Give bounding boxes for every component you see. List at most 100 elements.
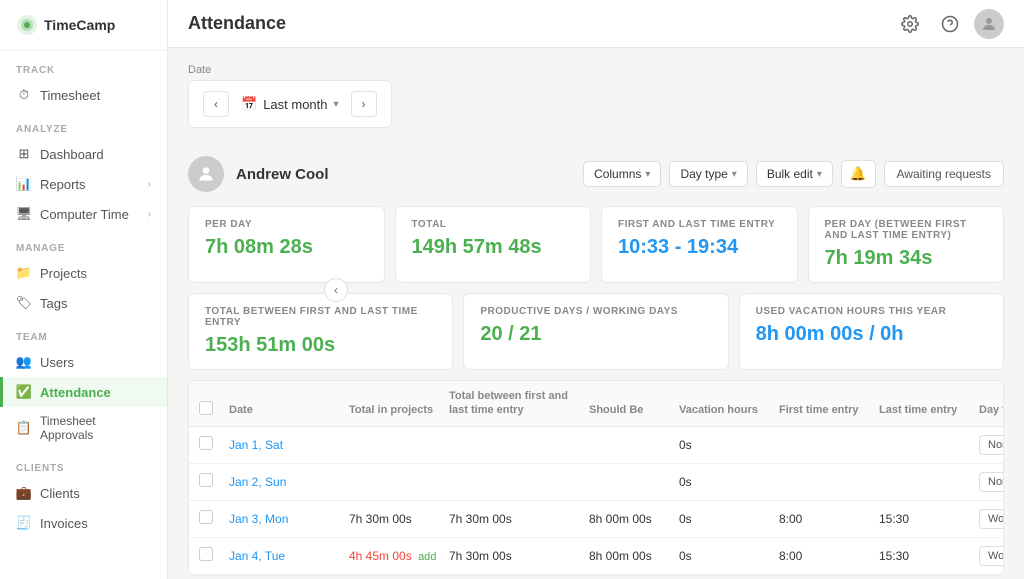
row-checkbox[interactable] [199, 510, 213, 524]
help-button[interactable] [934, 8, 966, 40]
sidebar-item-projects[interactable]: 📁 Projects [0, 258, 167, 288]
table-row: Jan 4, Tue 4h 45m 00s add 7h 30m 00s 8h … [189, 538, 1003, 575]
row-checkbox[interactable] [199, 547, 213, 561]
add-time-link[interactable]: add [418, 551, 436, 563]
stat-total: TOTAL 149h 57m 48s [395, 206, 592, 283]
sidebar-item-dashboard[interactable]: ⊞ Dashboard [0, 139, 167, 169]
stat-total-label: TOTAL [412, 219, 575, 230]
settings-button[interactable] [894, 8, 926, 40]
td-last-time-entry: 15:30 [879, 512, 979, 526]
sidebar-item-label: Dashboard [40, 147, 104, 162]
td-should-be: 8h 00m 00s [589, 512, 679, 526]
invoices-icon: 🧾 [16, 515, 32, 531]
th-should-be: Should Be [589, 403, 679, 417]
stat-productive-days: PRODUCTIVE DAYS / WORKING DAYS 20 / 21 [463, 293, 728, 370]
th-last-time-entry: Last time entry [879, 403, 979, 417]
sidebar-item-tags[interactable]: 🏷 Tags [0, 288, 167, 318]
sidebar-collapse-button[interactable]: ‹ [324, 278, 348, 302]
date-picker: ‹ 📅 Last month ▾ › [188, 80, 392, 128]
user-avatar [188, 156, 224, 192]
sidebar-item-clients[interactable]: 💼 Clients [0, 478, 167, 508]
sidebar-item-attendance[interactable]: ✅ Attendance [0, 377, 167, 407]
td-total-in-projects: 7h 30m 00s [349, 512, 449, 526]
stat-vacation-hours-value: 8h 00m 00s / 0h [756, 323, 987, 346]
td-day-type: Non-working day [979, 472, 1004, 492]
day-type-badge: Non-working day [979, 472, 1004, 492]
columns-button[interactable]: Columns ▾ [583, 161, 661, 187]
stat-total-between-label: TOTAL BETWEEN FIRST AND LAST TIME ENTRY [205, 306, 436, 328]
bell-icon: 🔔 [850, 166, 867, 181]
stat-productive-days-value: 20 / 21 [480, 323, 711, 346]
stat-vacation-hours: USED VACATION HOURS THIS YEAR 8h 00m 00s… [739, 293, 1004, 370]
table-row: Jan 3, Mon 7h 30m 00s 7h 30m 00s 8h 00m … [189, 501, 1003, 538]
section-label-manage: MANAGE [0, 229, 167, 258]
sidebar-item-invoices[interactable]: 🧾 Invoices [0, 508, 167, 538]
timecamp-logo-icon [16, 14, 38, 36]
day-type-button[interactable]: Day type ▾ [669, 161, 747, 187]
th-date: Date [229, 403, 349, 417]
sidebar-section-clients: CLIENTS 💼 Clients 🧾 Invoices [0, 449, 167, 538]
topbar: Attendance [168, 0, 1024, 48]
section-label-clients: CLIENTS [0, 449, 167, 478]
chevron-right-icon: › [148, 179, 151, 190]
td-total-red: 4h 45m 00s [349, 549, 412, 563]
day-type-label: Day type [680, 167, 727, 181]
chevron-right-icon: › [148, 209, 151, 220]
td-date[interactable]: Jan 4, Tue [229, 549, 349, 563]
chevron-down-icon: ▾ [334, 99, 339, 110]
select-all-checkbox[interactable] [199, 401, 213, 415]
sidebar-item-reports[interactable]: 📊 Reports › [0, 169, 167, 199]
date-section: Date ‹ 📅 Last month ▾ › [188, 64, 1004, 142]
sidebar-item-label: Timesheet [40, 88, 100, 103]
day-type-badge: Working day [979, 509, 1004, 529]
stat-per-day-label: PER DAY [205, 219, 368, 230]
td-checkbox [199, 510, 229, 527]
td-first-time-entry: 8:00 [779, 512, 879, 526]
clients-icon: 💼 [16, 485, 32, 501]
row-checkbox[interactable] [199, 473, 213, 487]
sidebar-item-timesheet-approvals[interactable]: 📋 Timesheet Approvals [0, 407, 167, 449]
td-day-type: Working day [979, 546, 1004, 566]
td-day-type: Working day [979, 509, 1004, 529]
row-checkbox[interactable] [199, 436, 213, 450]
calendar-icon: 📅 [241, 96, 257, 112]
date-next-button[interactable]: › [351, 91, 377, 117]
sidebar-item-users[interactable]: 👥 Users [0, 347, 167, 377]
td-date[interactable]: Jan 2, Sun [229, 475, 349, 489]
stat-total-between: TOTAL BETWEEN FIRST AND LAST TIME ENTRY … [188, 293, 453, 370]
folder-icon: 📁 [16, 265, 32, 281]
bell-button[interactable]: 🔔 [841, 160, 876, 188]
td-day-type: Non-working day [979, 435, 1004, 455]
td-date[interactable]: Jan 3, Mon [229, 512, 349, 526]
stat-total-between-value: 153h 51m 00s [205, 334, 436, 357]
sidebar-item-timesheet[interactable]: ⏱ Timesheet [0, 80, 167, 110]
date-prev-button[interactable]: ‹ [203, 91, 229, 117]
topbar-icons [894, 8, 1004, 40]
stat-total-value: 149h 57m 48s [412, 236, 575, 259]
user-avatar-icon [980, 15, 998, 33]
td-vacation-hours: 0s [679, 438, 779, 452]
logo-text: TimeCamp [44, 17, 115, 33]
sidebar-item-computer-time[interactable]: 🖥 Computer Time › [0, 199, 167, 229]
user-name: Andrew Cool [236, 166, 329, 183]
td-date[interactable]: Jan 1, Sat [229, 438, 349, 452]
stat-per-day-between: PER DAY (BETWEEN FIRST AND LAST TIME ENT… [808, 206, 1005, 283]
dashboard-icon: ⊞ [16, 146, 32, 162]
td-total-in-projects: 4h 45m 00s add [349, 549, 449, 563]
chevron-down-icon: ▾ [817, 169, 822, 180]
user-avatar-topbar[interactable] [974, 9, 1004, 39]
gear-icon [901, 15, 919, 33]
bulk-edit-label: Bulk edit [767, 167, 813, 181]
section-label-team: TEAM [0, 318, 167, 347]
th-first-time-entry: First time entry [779, 403, 879, 417]
attendance-icon: ✅ [16, 384, 32, 400]
td-total-between: 7h 30m 00s [449, 512, 589, 526]
td-checkbox [199, 547, 229, 564]
th-total-between: Total between first and last time entry [449, 389, 589, 418]
th-day-type: Day type [979, 403, 1004, 417]
bulk-edit-button[interactable]: Bulk edit ▾ [756, 161, 833, 187]
td-vacation-hours: 0s [679, 549, 779, 563]
day-type-badge: Working day [979, 546, 1004, 566]
td-vacation-hours: 0s [679, 475, 779, 489]
awaiting-requests-button[interactable]: Awaiting requests [884, 161, 1005, 187]
